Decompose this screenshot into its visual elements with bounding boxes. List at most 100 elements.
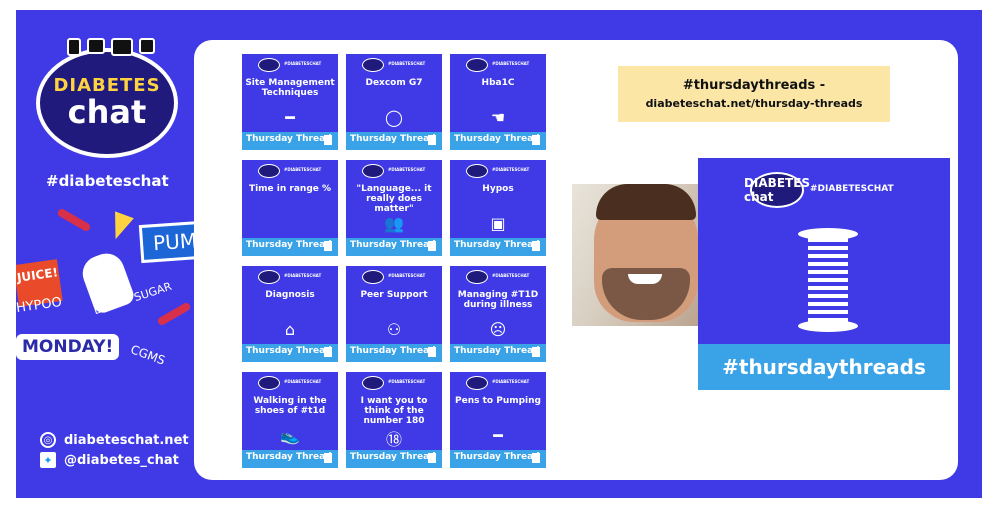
tile-title: Hba1C	[481, 78, 515, 88]
thread-tile[interactable]: #DIABETESCHAT Managing #T1D during illnes…	[450, 266, 546, 362]
tile-bar: Thursday Thread	[242, 238, 338, 256]
tile-logo-icon	[362, 270, 384, 284]
monday-label: MONDAY!	[16, 334, 120, 360]
tile-title: "Language... it really does matter"	[356, 184, 432, 214]
tile-tag: #DIABETESCHAT	[284, 167, 322, 172]
pen-icon	[156, 301, 192, 327]
thread-tile[interactable]: #DIABETESCHAT Dexcom G7 ◯ Thursday Thread	[346, 54, 442, 150]
feature-tag: #DIABETESCHAT	[810, 184, 894, 194]
spool-icon	[532, 135, 540, 145]
tile-tag: #DIABETESCHAT	[284, 379, 322, 384]
spool-icon	[428, 453, 436, 463]
thursday-threads-banner[interactable]: #thursdaythreads - diabeteschat.net/thur…	[618, 66, 890, 122]
tile-bar: Thursday Thread	[450, 450, 546, 468]
thread-tile[interactable]: #DIABETESCHAT I want you to think of the …	[346, 372, 442, 468]
tile-bar: Thursday Thread	[346, 238, 442, 256]
twitter-icon: ✦	[40, 452, 56, 468]
tile-title: Managing #T1D during illness	[457, 290, 539, 310]
website-link[interactable]: ◎ diabeteschat.net	[40, 432, 189, 448]
tile-tag: #DIABETESCHAT	[492, 379, 530, 384]
thread-tile[interactable]: #DIABETESCHAT Peer Support ⚇ Thursday Threa…	[346, 266, 442, 362]
pump-label: PUMP!	[138, 218, 194, 264]
cgms-label: CGMS	[128, 342, 167, 368]
banner-url: diabeteschat.net/thursday-threads	[645, 97, 863, 110]
tile-glyph-icon: ◯	[385, 108, 403, 127]
tile-title: Diagnosis	[265, 290, 315, 300]
tile-logo-icon	[466, 58, 488, 72]
tile-bar-label: Thursday Thread	[454, 452, 540, 462]
tile-logo-icon	[362, 58, 384, 72]
tile-bar-label: Thursday Thread	[246, 452, 332, 462]
thread-tile[interactable]: #DIABETESCHAT Hypos ▣ Thursday Thread	[450, 160, 546, 256]
tile-glyph-icon: ━	[285, 108, 295, 127]
thursday-threads-feature-card[interactable]: DIABETES chat #DIABETESCHAT #thursdaythr…	[698, 158, 950, 390]
thread-tile[interactable]: #DIABETESCHAT Time in range % Thursday Thr…	[242, 160, 338, 256]
tile-logo-icon	[258, 58, 280, 72]
tile-logo-icon	[258, 164, 280, 178]
spool-icon	[324, 347, 332, 357]
tile-tag: #DIABETESCHAT	[284, 61, 322, 66]
spool-icon	[428, 347, 436, 357]
tile-logo-icon	[362, 376, 384, 390]
tile-bar: Thursday Thread	[450, 132, 546, 150]
tile-bar-label: Thursday Thread	[350, 240, 436, 250]
tile-bar: Thursday Thread	[346, 344, 442, 362]
globe-icon: ◎	[40, 432, 56, 448]
tile-bar-label: Thursday Thread	[454, 134, 540, 144]
tile-glyph-icon: ⚇	[386, 320, 402, 339]
pen-icon	[56, 207, 92, 233]
tile-bar: Thursday Thread	[450, 238, 546, 256]
tile-tag: #DIABETESCHAT	[492, 273, 530, 278]
diabetes-chat-logo[interactable]: DIABETES chat	[36, 38, 178, 158]
spool-icon	[532, 453, 540, 463]
banner-title: #thursdaythreads -	[682, 78, 826, 93]
feature-hashtag-bar: #thursdaythreads	[698, 344, 950, 390]
tile-bar: Thursday Thread	[450, 344, 546, 362]
tile-logo-icon	[258, 270, 280, 284]
tile-glyph-icon: ☚	[490, 108, 506, 127]
main-panel: #DIABETESCHAT Site Management Techniques ━…	[194, 40, 958, 480]
tile-glyph-icon: ⑱	[385, 430, 402, 449]
tile-title: Time in range %	[248, 184, 332, 194]
thread-tile[interactable]: #DIABETESCHAT Walking in the shoes of #t1…	[242, 372, 338, 468]
thread-tile[interactable]: #DIABETESCHAT Site Management Techniques ━…	[242, 54, 338, 150]
tile-tag: #DIABETESCHAT	[388, 167, 426, 172]
tile-tag: #DIABETESCHAT	[284, 273, 322, 278]
tile-glyph-icon: 👟	[280, 426, 300, 445]
tile-glyph-icon: ━	[493, 426, 503, 445]
spool-icon	[532, 241, 540, 251]
tile-logo-icon	[466, 270, 488, 284]
tile-bar: Thursday Thread	[242, 132, 338, 150]
tile-title: Hypos	[482, 184, 514, 194]
thread-tile[interactable]: #DIABETESCHAT "Language... it really does…	[346, 160, 442, 256]
tile-bar-label: Thursday Thread	[246, 134, 332, 144]
twitter-link[interactable]: ✦ @diabetes_chat	[40, 452, 179, 468]
tile-title: Pens to Pumping	[455, 396, 541, 406]
tile-bar: Thursday Thread	[242, 344, 338, 362]
thread-tile[interactable]: #DIABETESCHAT Pens to Pumping ━ Thursday Th…	[450, 372, 546, 468]
spool-icon	[324, 135, 332, 145]
spool-icon	[324, 453, 332, 463]
thread-tile-grid: #DIABETESCHAT Site Management Techniques ━…	[242, 54, 546, 468]
gadgets-icon	[66, 38, 156, 56]
tile-tag: #DIABETESCHAT	[388, 273, 426, 278]
thread-tile[interactable]: #DIABETESCHAT Diagnosis ⌂ Thursday Thread	[242, 266, 338, 362]
spool-icon	[532, 347, 540, 357]
tile-logo-icon	[362, 164, 384, 178]
spool-icon	[428, 241, 436, 251]
hashtag-label: #diabeteschat	[46, 172, 169, 190]
tile-bar-label: Thursday Thread	[246, 346, 332, 356]
tile-tag: #DIABETESCHAT	[492, 167, 530, 172]
tile-glyph-icon: ⌂	[284, 320, 296, 339]
tile-title: Walking in the shoes of #t1d	[253, 396, 327, 416]
tile-tag: #DIABETESCHAT	[388, 61, 426, 66]
diabetes-collage: PUMP! JUICE! HYPOO BLOOD SUGAR MONDAY! C…	[16, 200, 194, 396]
twitter-handle: @diabetes_chat	[64, 452, 179, 468]
tile-glyph-icon: 👥	[384, 214, 404, 233]
tile-title: Peer Support	[360, 290, 428, 300]
tile-logo-icon	[466, 164, 488, 178]
tile-bar-label: Thursday Thread	[350, 346, 436, 356]
lightning-icon	[106, 211, 134, 243]
thread-tile[interactable]: #DIABETESCHAT Hba1C ☚ Thursday Thread	[450, 54, 546, 150]
spool-icon	[324, 241, 332, 251]
